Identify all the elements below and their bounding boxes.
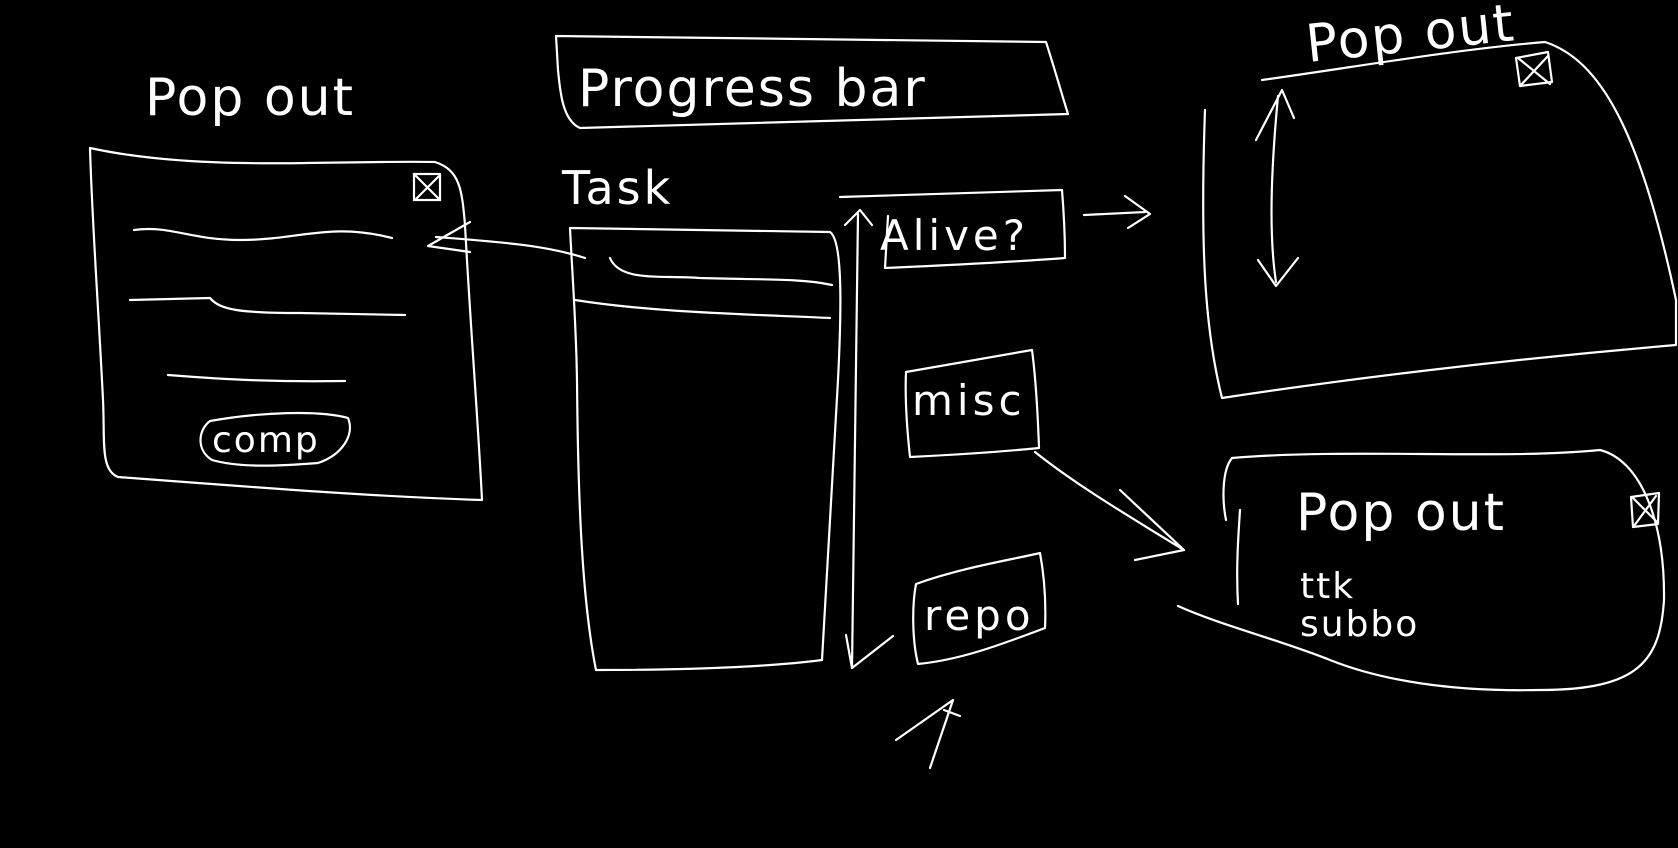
repo-button[interactable]: repo <box>912 551 1047 666</box>
misc-button[interactable]: misc <box>904 348 1041 459</box>
alive-button[interactable]: Alive? <box>838 188 1067 270</box>
bottom-right-popout-text-2: subbo <box>1300 604 1419 645</box>
cursor-pointer-icon <box>894 698 962 770</box>
top-right-popout-scroll-arrow <box>1254 88 1300 288</box>
top-right-popout: Pop out <box>1202 0 1678 400</box>
bottom-right-popout-left-edge <box>1222 456 1242 606</box>
task-list-divider <box>573 298 832 320</box>
progress-bar: Progress bar <box>554 34 1070 130</box>
repo-button-label: repo <box>924 591 1035 640</box>
bottom-right-popout-text-1: ttk <box>1300 566 1355 607</box>
misc-button-label: misc <box>912 376 1026 425</box>
wireframe-sketch: Pop out comp Progress bar Task Alive? mi… <box>88 0 1678 770</box>
task-panel: Task <box>561 161 842 672</box>
top-right-popout-frame <box>1202 40 1678 400</box>
misc-arrow <box>1033 450 1186 562</box>
close-x-icon[interactable] <box>412 172 442 202</box>
left-popout: Pop out comp <box>88 68 484 502</box>
task-panel-label: Task <box>561 161 673 215</box>
comp-button-label: comp <box>212 420 320 461</box>
left-popout-line-1 <box>132 227 394 242</box>
alive-arrow <box>1082 194 1152 230</box>
task-list-item-line <box>608 256 834 287</box>
progress-bar-label: Progress bar <box>578 59 927 119</box>
left-popout-line-3 <box>166 373 347 383</box>
left-popout-title: Pop out <box>145 68 355 128</box>
connector-arrow-popout-to-task <box>426 220 587 260</box>
bottom-right-popout: Pop out ttk subbo <box>1176 448 1666 692</box>
bottom-right-popout-title: Pop out <box>1296 483 1506 543</box>
task-panel-frame <box>568 226 842 672</box>
close-x-icon[interactable] <box>1514 50 1554 88</box>
top-right-popout-title: Pop out <box>1303 0 1518 75</box>
vertical-double-arrow <box>843 208 895 670</box>
alive-button-label: Alive? <box>880 211 1029 260</box>
left-popout-line-2 <box>128 296 407 317</box>
comp-button[interactable]: comp <box>199 411 351 467</box>
